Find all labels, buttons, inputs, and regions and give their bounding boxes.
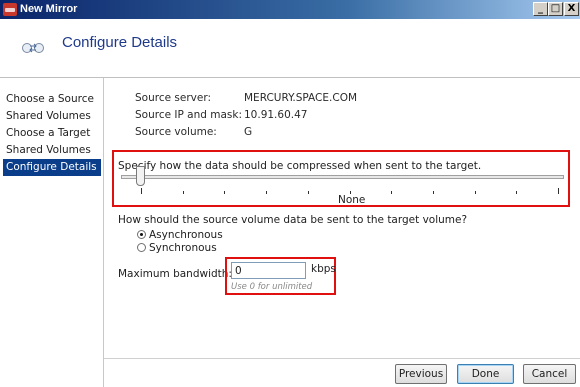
wizard-header: Configure Details — [0, 19, 580, 78]
slider-tick — [224, 191, 225, 194]
slider-tick — [558, 188, 559, 194]
done-button[interactable]: Done — [457, 364, 514, 384]
app-icon — [3, 3, 17, 16]
close-button[interactable]: X — [564, 2, 579, 16]
window-titlebar: New Mirror _ □ X — [0, 0, 580, 19]
radio-asynchronous-label: Asynchronous — [149, 229, 223, 241]
bandwidth-label: Maximum bandwidth: — [118, 268, 232, 280]
slider-tick — [141, 188, 142, 194]
radio-asynchronous-indicator[interactable] — [137, 230, 146, 239]
minimize-button[interactable]: _ — [533, 2, 548, 16]
transfer-question: How should the source volume data be sen… — [118, 214, 468, 226]
radio-asynchronous[interactable]: Asynchronous — [137, 229, 223, 241]
nav-item-choose-target[interactable]: Choose a Target — [3, 125, 101, 142]
slider-tick — [475, 191, 476, 194]
bandwidth-unit: kbps — [311, 263, 336, 275]
slider-tick — [266, 191, 267, 194]
slider-tick — [433, 191, 434, 194]
compression-value-label: None — [338, 194, 366, 206]
source-server-label: Source server: — [135, 92, 211, 104]
compression-slider-track[interactable] — [121, 175, 564, 179]
slider-tick — [516, 191, 517, 194]
nav-item-choose-source[interactable]: Choose a Source — [3, 91, 101, 108]
radio-synchronous-indicator[interactable] — [137, 243, 146, 252]
wizard-nav: Choose a Source Shared Volumes Choose a … — [0, 78, 104, 387]
source-server-value: MERCURY.SPACE.COM — [244, 92, 358, 104]
nav-item-shared-volumes-source[interactable]: Shared Volumes — [3, 108, 101, 125]
nav-item-configure-details[interactable]: Configure Details — [3, 159, 101, 176]
slider-tick — [183, 191, 184, 194]
source-volume-label: Source volume: — [135, 126, 217, 138]
page-title: Configure Details — [62, 34, 178, 51]
slider-tick — [308, 191, 309, 194]
cancel-button[interactable]: Cancel — [523, 364, 576, 384]
source-volume-value: G — [244, 126, 253, 138]
source-ip-value: 10.91.60.47 — [244, 109, 308, 121]
compression-slider-thumb[interactable] — [136, 166, 145, 186]
slider-tick — [391, 191, 392, 194]
restore-button[interactable]: □ — [548, 2, 563, 16]
previous-button[interactable]: Previous — [395, 364, 447, 384]
radio-synchronous[interactable]: Synchronous — [137, 242, 217, 254]
window-title: New Mirror — [20, 3, 78, 15]
radio-synchronous-label: Synchronous — [149, 242, 217, 254]
compression-prompt: Specify how the data should be compresse… — [118, 160, 482, 172]
bandwidth-hint: Use 0 for unlimited — [231, 282, 313, 292]
mirror-icon — [22, 43, 44, 53]
source-ip-label: Source IP and mask: — [135, 109, 243, 121]
footer-divider — [104, 358, 580, 359]
nav-item-shared-volumes-target[interactable]: Shared Volumes — [3, 142, 101, 159]
bandwidth-input[interactable] — [231, 262, 306, 279]
